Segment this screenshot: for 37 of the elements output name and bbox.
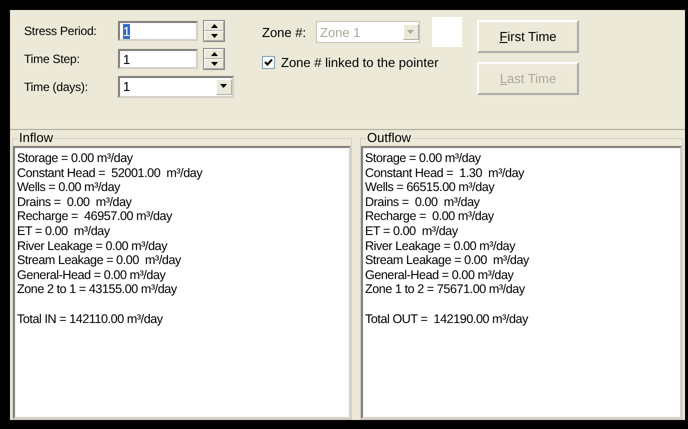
budget-line: Stream Leakage = 0.00 m³/day xyxy=(17,253,181,268)
field-label: Time (days): xyxy=(24,80,89,94)
total-line: Total IN = 142110.00 m³/day xyxy=(17,312,163,326)
budget-line: Storage = 0.00 m³/day xyxy=(365,151,481,166)
total-line: Total OUT = 142190.00 m³/day xyxy=(365,312,528,326)
spin-buttons[interactable] xyxy=(203,48,225,70)
caret-icon xyxy=(407,30,415,34)
budget-line: Constant Head = 1.30 m³/day xyxy=(365,166,524,180)
spin-buttons[interactable] xyxy=(203,20,225,42)
budget-line: Storage = 0.00 m³/day xyxy=(17,151,133,166)
checkbox-label: Zone # linked to the pointer xyxy=(281,54,439,70)
caret-icon xyxy=(220,84,228,89)
budget-line: Recharge = 46957.00 m³/day xyxy=(17,209,172,224)
budget-line: General-Head = 0.00 m³/day xyxy=(365,268,514,282)
color-swatch xyxy=(432,17,462,47)
field-label: Zone #: xyxy=(262,24,308,40)
budget-line: River Leakage = 0.00 m³/day xyxy=(365,238,516,254)
time-dropdown[interactable]: 1 xyxy=(118,76,234,98)
budget-line: Drains = 0.00 m³/day xyxy=(17,194,132,210)
time-button[interactable]: First Time xyxy=(477,20,579,53)
field-label: Stress Period: xyxy=(24,24,98,38)
budget-line: Zone 2 to 1 = 43155.00 m³/day xyxy=(17,282,177,297)
checkbox[interactable] xyxy=(262,56,275,68)
budget-line: General-Head = 0.00 m³/day xyxy=(17,268,166,282)
budget-line: ET = 0.00 m³/day xyxy=(17,224,110,239)
field-label: Time Step: xyxy=(24,52,81,66)
budget-line: Zone 1 to 2 = 75671.00 m³/day xyxy=(365,282,525,297)
budget-line: Wells = 66515.00 m³/day xyxy=(365,180,494,195)
budget-line: River Leakage = 0.00 m³/day xyxy=(17,238,168,254)
budget-line: ET = 0.00 m³/day xyxy=(365,224,458,239)
time-step-field[interactable]: 1 xyxy=(118,48,198,68)
stress-period-field[interactable]: 1 xyxy=(118,20,198,40)
budget-line: Recharge = 0.00 m³/day xyxy=(365,209,494,224)
budget-line: Drains = 0.00 m³/day xyxy=(365,194,480,210)
budget-line: Wells = 0.00 m³/day xyxy=(17,180,120,195)
budget-line: Constant Head = 52001.00 m³/day xyxy=(17,166,202,180)
budget-line: Stream Leakage = 0.00 m³/day xyxy=(365,253,529,268)
